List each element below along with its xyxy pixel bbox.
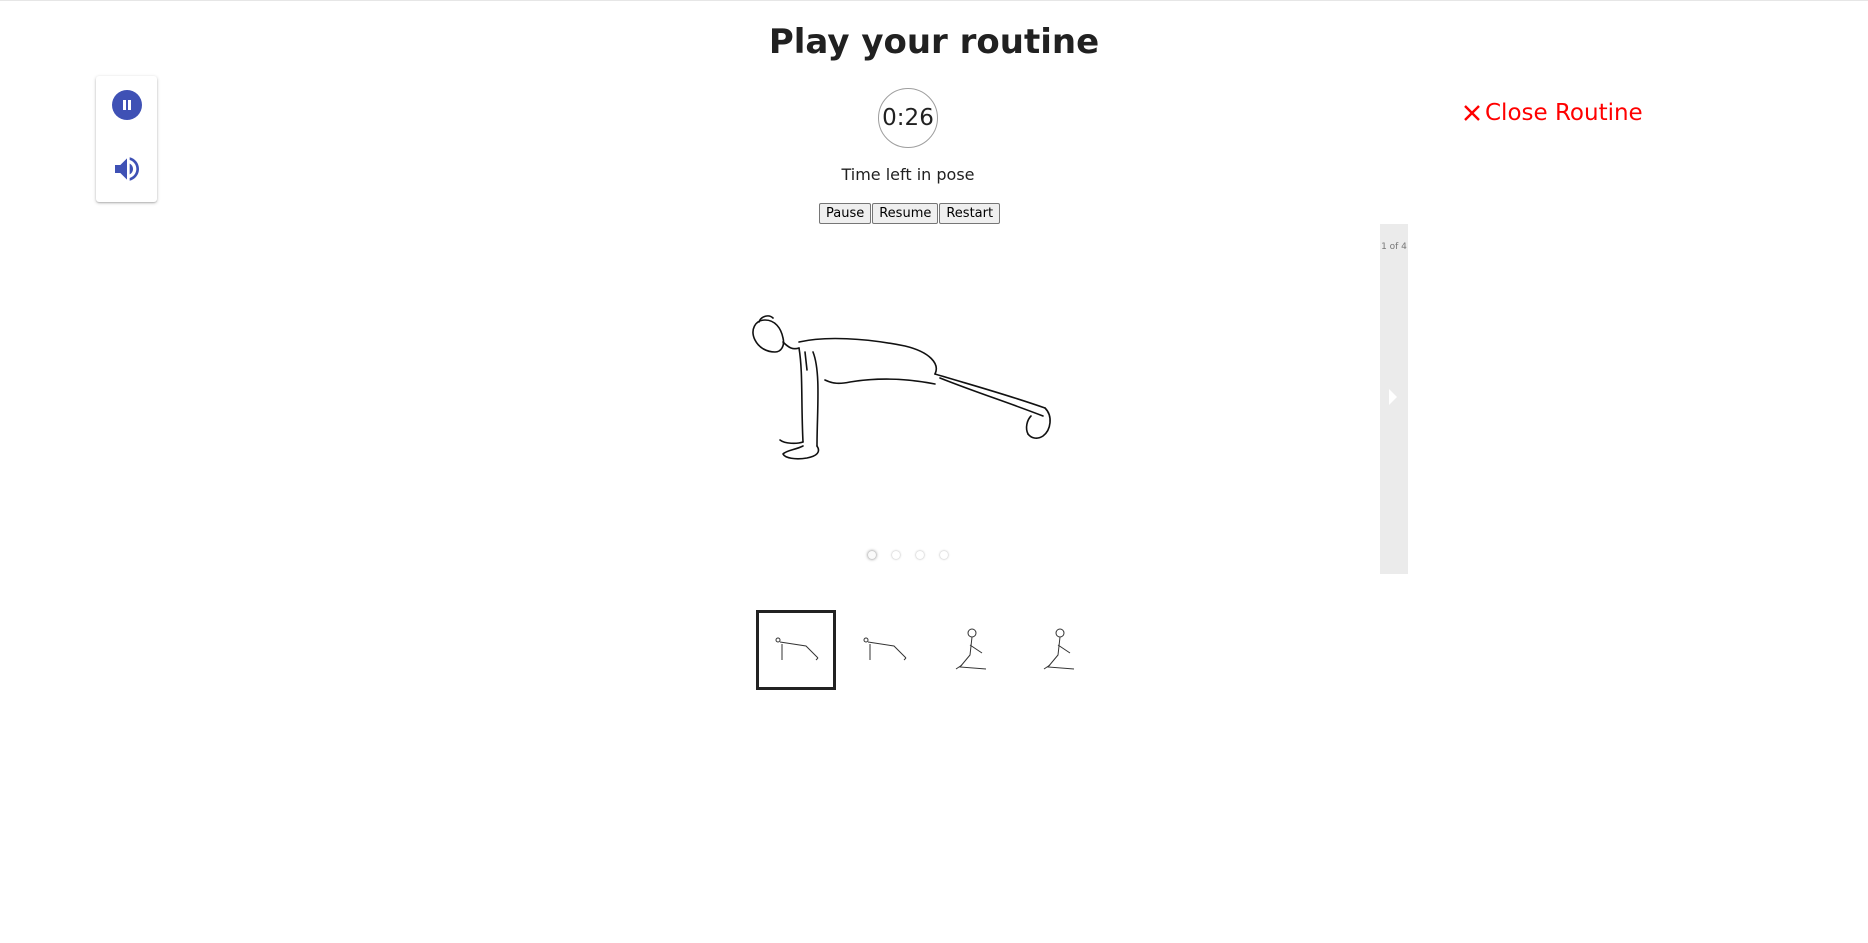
top-border: [0, 0, 1868, 1]
pose-thumbnails: [756, 610, 1100, 690]
timer-label: Time left in pose: [841, 165, 975, 184]
timer-buttons: Pause Resume Restart: [819, 203, 1001, 224]
thumbnail-3[interactable]: [932, 610, 1012, 690]
resume-button[interactable]: Resume: [872, 203, 939, 224]
thumbnail-2[interactable]: [844, 610, 924, 690]
carousel-dot-1[interactable]: [868, 551, 876, 559]
seated-pose-icon: [955, 628, 987, 670]
restart-button[interactable]: Restart: [939, 203, 1001, 224]
carousel-dot-2[interactable]: [892, 551, 900, 559]
chevron-right-icon[interactable]: [1389, 389, 1397, 405]
plank-pose-icon: [775, 637, 819, 661]
carousel-dots: [868, 551, 948, 559]
close-icon: [1464, 105, 1480, 121]
pause-circle-icon[interactable]: [112, 90, 142, 120]
pause-button[interactable]: Pause: [819, 203, 872, 224]
thumbnail-1[interactable]: [756, 610, 836, 690]
carousel-next-panel[interactable]: 1 of 4: [1380, 224, 1408, 574]
seated-pose-icon: [1043, 628, 1075, 670]
pose-timer: 0:26: [878, 88, 938, 148]
slide-counter: 1 of 4: [1381, 242, 1407, 252]
close-routine-link[interactable]: Close Routine: [1462, 100, 1643, 126]
carousel-dot-3[interactable]: [916, 551, 924, 559]
plank-pose-icon: [863, 637, 907, 661]
plank-pose-figure: [752, 315, 1051, 460]
page-title: Play your routine: [768, 22, 1100, 62]
thumbnail-4[interactable]: [1020, 610, 1100, 690]
close-routine-label: Close Routine: [1485, 100, 1643, 126]
carousel-dot-4[interactable]: [940, 551, 948, 559]
